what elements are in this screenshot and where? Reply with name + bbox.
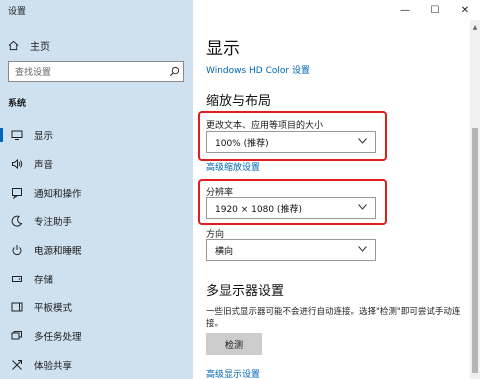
sidebar: 设置 主页 查找设置 系统 显示 声音 通知和操作 专注助手 电源和睡眠 存储 … xyxy=(0,0,193,379)
search-placeholder: 查找设置 xyxy=(15,68,52,78)
speaker-icon xyxy=(10,157,24,171)
notification-icon xyxy=(10,186,24,200)
monitor-icon xyxy=(10,128,24,142)
sidebar-item-power-sleep[interactable]: 电源和睡眠 xyxy=(0,236,193,265)
multi-display-description: 一些旧式显示器可能不会进行自动连接。选择"检测"即可尝试手动连接。 xyxy=(206,307,461,329)
moon-icon xyxy=(10,214,24,228)
multi-display-heading: 多显示器设置 xyxy=(206,284,285,299)
sidebar-item-focus-assist[interactable]: 专注助手 xyxy=(0,207,193,236)
home-icon xyxy=(8,40,22,51)
resolution-value: 1920 × 1080 (推荐) xyxy=(215,204,302,215)
close-button[interactable]: ✕ xyxy=(450,0,480,20)
sidebar-item-multitasking[interactable]: 多任务处理 xyxy=(0,322,193,351)
search-icon[interactable] xyxy=(165,66,183,77)
scroll-up-icon[interactable]: ▲ xyxy=(470,20,480,34)
scale-layout-heading: 缩放与布局 xyxy=(206,94,272,109)
detect-button[interactable]: 检测 xyxy=(206,333,262,355)
chevron-down-icon xyxy=(358,203,367,213)
advanced-scaling-link[interactable]: 高级缩放设置 xyxy=(206,160,260,173)
section-label-system: 系统 xyxy=(8,99,27,109)
scale-label: 更改文本、应用等项目的大小 xyxy=(206,121,324,131)
orientation-value: 横向 xyxy=(215,246,234,257)
tablet-icon xyxy=(10,300,24,314)
sidebar-item-label: 体验共享 xyxy=(34,360,73,372)
multitask-icon xyxy=(10,329,24,343)
sidebar-item-label: 多任务处理 xyxy=(34,332,82,344)
advanced-display-link[interactable]: 高级显示设置 xyxy=(206,367,260,379)
scrollbar-thumb[interactable] xyxy=(472,128,478,373)
share-icon xyxy=(10,358,24,372)
main-panel: — ☐ ✕ 显示 Windows HD Color 设置 缩放与布局 更改文本、… xyxy=(193,0,480,379)
sidebar-item-label: 显示 xyxy=(34,131,54,143)
sidebar-item-label: 平板模式 xyxy=(34,303,73,315)
page-title: 显示 xyxy=(206,39,240,59)
minimize-button[interactable]: — xyxy=(390,0,420,20)
power-icon xyxy=(10,243,24,257)
home-label: 主页 xyxy=(30,41,50,53)
scale-dropdown[interactable]: 100% (推荐) xyxy=(206,131,376,153)
orientation-dropdown[interactable]: 横向 xyxy=(206,239,376,261)
window-title: 设置 xyxy=(8,7,27,17)
sidebar-item-label: 声音 xyxy=(34,160,54,172)
search-input[interactable]: 查找设置 xyxy=(8,61,184,82)
sidebar-nav: 显示 声音 通知和操作 专注助手 电源和睡眠 存储 平板模式 多任务处理 体验共… xyxy=(0,121,193,379)
hd-color-link[interactable]: Windows HD Color 设置 xyxy=(206,63,310,76)
chevron-down-icon xyxy=(358,137,367,147)
home-nav-item[interactable]: 主页 xyxy=(8,38,50,53)
sidebar-item-sound[interactable]: 声音 xyxy=(0,150,193,179)
sidebar-item-notifications[interactable]: 通知和操作 xyxy=(0,178,193,207)
sidebar-item-label: 通知和操作 xyxy=(34,188,82,200)
scale-value: 100% (推荐) xyxy=(215,138,269,149)
sidebar-item-label: 存储 xyxy=(34,274,54,286)
sidebar-item-label: 专注助手 xyxy=(34,217,73,229)
scrollbar[interactable]: ▲ xyxy=(470,20,480,379)
window-controls: — ☐ ✕ xyxy=(390,0,480,20)
sidebar-item-shared-experiences[interactable]: 体验共享 xyxy=(0,351,193,379)
sidebar-item-storage[interactable]: 存储 xyxy=(0,264,193,293)
resolution-dropdown[interactable]: 1920 × 1080 (推荐) xyxy=(206,197,376,219)
sidebar-item-display[interactable]: 显示 xyxy=(0,121,193,150)
sidebar-item-tablet-mode[interactable]: 平板模式 xyxy=(0,293,193,322)
sidebar-item-label: 电源和睡眠 xyxy=(34,246,82,258)
maximize-button[interactable]: ☐ xyxy=(420,0,450,20)
storage-icon xyxy=(10,272,24,286)
chevron-down-icon xyxy=(358,245,367,255)
